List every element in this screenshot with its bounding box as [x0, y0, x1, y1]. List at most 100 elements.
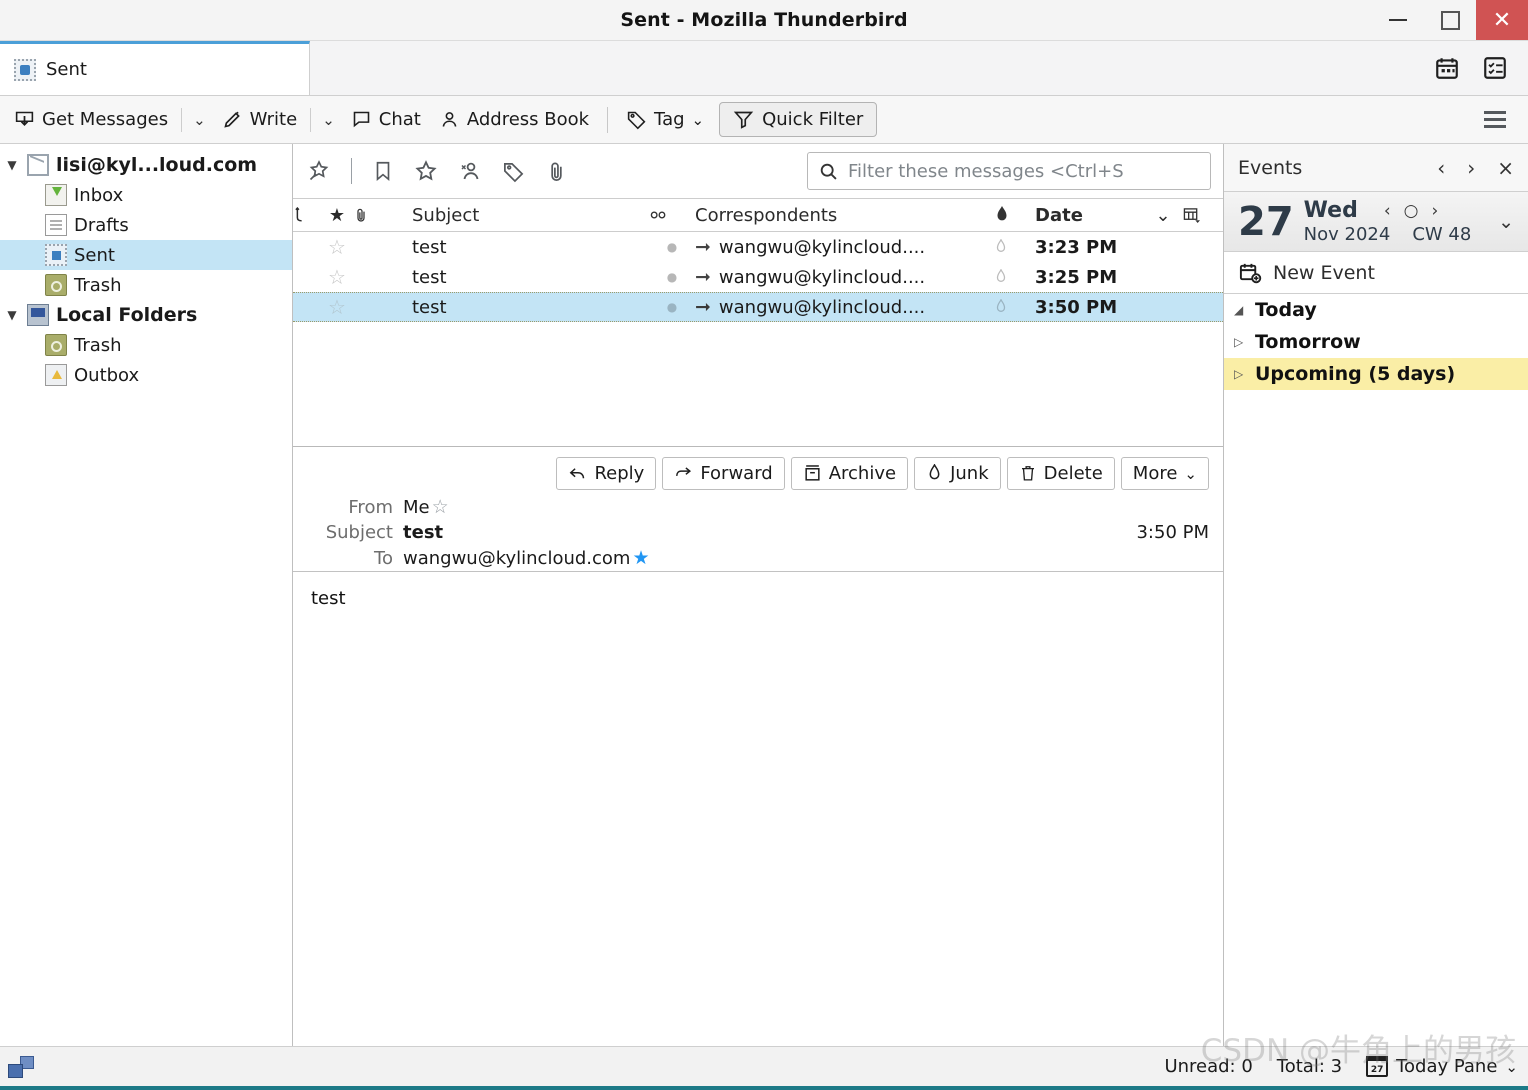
subject-column-header[interactable]: Subject	[387, 205, 649, 226]
sidebar-item-label: Sent	[74, 244, 115, 266]
read-status-icon[interactable]: ●	[649, 240, 695, 254]
maximize-button[interactable]	[1424, 0, 1476, 40]
twisty-icon[interactable]: ◢	[1234, 303, 1246, 317]
forward-button[interactable]: Forward	[662, 457, 785, 490]
junk-status-icon[interactable]	[995, 299, 1035, 315]
chat-button[interactable]: Chat	[343, 105, 429, 134]
main-toolbar: Get Messages ⌄ Write ⌄ Chat Address Book	[0, 96, 1528, 144]
minimize-button[interactable]	[1372, 0, 1424, 40]
archive-button[interactable]: Archive	[790, 457, 909, 490]
date-column-header[interactable]: Date	[1035, 205, 1143, 226]
tag-button[interactable]: Tag ⌄	[618, 105, 712, 134]
calendar-week: CW 48	[1412, 224, 1472, 245]
sidebar-item-local-folders[interactable]: ▼ Local Folders	[0, 300, 292, 330]
delete-label: Delete	[1043, 463, 1103, 484]
get-messages-button[interactable]: Get Messages	[6, 105, 176, 134]
attachment-column-icon[interactable]	[353, 206, 387, 224]
header-to: To wangwu@kylincloud.com ★	[293, 545, 1223, 571]
address-book-button[interactable]: Address Book	[431, 105, 597, 134]
prev-day-button[interactable]: ‹	[1437, 156, 1445, 180]
table-row[interactable]: ☆ test ● ➞ wangwu@kylincloud.... 3:50 PM	[293, 292, 1223, 322]
quick-filter-button[interactable]: Quick Filter	[719, 102, 878, 137]
sidebar-item-outbox[interactable]: Outbox	[0, 360, 292, 390]
column-picker-icon[interactable]	[1183, 207, 1223, 224]
today-pane: Events ‹ › × 27 Wed ‹ ○ › Nov 2024 CW 48…	[1224, 144, 1528, 1046]
table-row[interactable]: ☆ test ● ➞ wangwu@kylincloud.... 3:25 PM	[293, 262, 1223, 292]
to-value[interactable]: wangwu@kylincloud.com	[403, 548, 630, 569]
today-pane-nav: ‹ › ×	[1437, 156, 1514, 180]
today-pane-toggle[interactable]: 27 Today Pane ⌄	[1366, 1056, 1518, 1077]
read-status-icon[interactable]: ●	[649, 300, 695, 314]
unread-column-icon[interactable]	[649, 209, 695, 221]
read-status-icon[interactable]: ●	[649, 270, 695, 284]
events-section-tomorrow[interactable]: ▷ Tomorrow	[1224, 326, 1528, 358]
write-button[interactable]: Write	[214, 105, 306, 134]
star-column-icon[interactable]: ★	[321, 205, 353, 226]
correspondent-text: wangwu@kylincloud....	[718, 266, 926, 288]
close-button[interactable]: ✕	[1476, 0, 1528, 40]
row-correspondent: ➞ wangwu@kylincloud....	[695, 296, 995, 318]
tag-icon[interactable]	[502, 160, 525, 183]
archive-label: Archive	[828, 463, 897, 484]
tasks-icon[interactable]	[1482, 55, 1508, 81]
delete-button[interactable]: Delete	[1006, 457, 1115, 490]
junk-column-icon[interactable]	[995, 206, 1035, 224]
star-icon[interactable]: ☆	[432, 496, 449, 518]
write-dropdown[interactable]: ⌄	[316, 105, 341, 135]
app-menu-button[interactable]	[1470, 103, 1520, 136]
sidebar-item-drafts[interactable]: Drafts	[0, 210, 292, 240]
row-correspondent: ➞ wangwu@kylincloud....	[695, 236, 995, 258]
events-section-upcoming[interactable]: ▷ Upcoming (5 days)	[1224, 358, 1528, 390]
get-messages-dropdown[interactable]: ⌄	[187, 105, 212, 135]
chevron-down-icon[interactable]: ⌄	[1498, 211, 1518, 233]
sidebar-item-inbox[interactable]: Inbox	[0, 180, 292, 210]
junk-status-icon[interactable]	[995, 269, 1035, 285]
reply-button[interactable]: Reply	[556, 457, 657, 490]
row-date: 3:50 PM	[1035, 296, 1118, 318]
junk-button[interactable]: Junk	[914, 457, 1001, 490]
local-folders-icon	[27, 304, 49, 326]
attachment-icon[interactable]	[545, 160, 568, 183]
star-icon[interactable]	[414, 159, 438, 183]
sidebar-item-trash-local[interactable]: Trash	[0, 330, 292, 360]
sidebar-item-sent[interactable]: Sent	[0, 240, 292, 270]
star-toggle[interactable]: ☆	[321, 235, 353, 259]
table-row[interactable]: ☆ test ● ➞ wangwu@kylincloud.... 3:23 PM	[293, 232, 1223, 262]
sidebar-item-trash-account[interactable]: Trash	[0, 270, 292, 300]
search-input[interactable]: Filter these messages <Ctrl+S	[807, 152, 1211, 190]
twisty-icon[interactable]: ▷	[1234, 335, 1246, 349]
starred-bookmark-icon[interactable]	[372, 160, 394, 182]
twisty-icon[interactable]: ▷	[1234, 367, 1246, 381]
calendar-icon[interactable]	[1434, 55, 1460, 81]
reply-label: Reply	[594, 463, 645, 484]
contact-icon[interactable]	[458, 159, 482, 183]
today-pane-header: Events ‹ › ×	[1224, 144, 1528, 192]
tab-sent[interactable]: Sent	[0, 41, 310, 95]
mini-prev-button[interactable]: ‹	[1384, 201, 1391, 221]
star-toggle[interactable]: ☆	[321, 295, 353, 319]
new-event-label: New Event	[1273, 261, 1375, 284]
unread-pin-icon[interactable]	[307, 159, 331, 183]
mini-today-button[interactable]: ○	[1404, 201, 1419, 221]
new-event-button[interactable]: New Event	[1224, 252, 1528, 294]
close-icon[interactable]: ×	[1497, 156, 1514, 180]
events-section-today[interactable]: ◢ Today	[1224, 294, 1528, 326]
network-status-icon[interactable]	[8, 1055, 34, 1078]
twisty-icon[interactable]: ▼	[4, 308, 20, 322]
thread-column-icon[interactable]	[293, 206, 321, 224]
correspondents-column-header[interactable]: Correspondents	[695, 205, 995, 226]
star-toggle[interactable]: ☆	[321, 265, 353, 289]
more-button[interactable]: More ⌄	[1120, 457, 1209, 490]
next-day-button[interactable]: ›	[1467, 156, 1475, 180]
chevron-down-icon: ⌄	[1505, 1057, 1518, 1076]
twisty-icon[interactable]: ▼	[4, 158, 20, 172]
sidebar-item-label: lisi@kyl...loud.com	[56, 154, 258, 176]
mini-next-button[interactable]: ›	[1431, 201, 1438, 221]
sidebar-item-account[interactable]: ▼ lisi@kyl...loud.com	[0, 150, 292, 180]
section-label: Upcoming (5 days)	[1255, 363, 1456, 385]
unread-count: Unread: 0	[1164, 1056, 1253, 1077]
chat-label: Chat	[378, 109, 421, 130]
sort-indicator-icon[interactable]: ⌄	[1143, 205, 1183, 226]
star-filled-icon[interactable]: ★	[632, 547, 649, 569]
junk-status-icon[interactable]	[995, 239, 1035, 255]
